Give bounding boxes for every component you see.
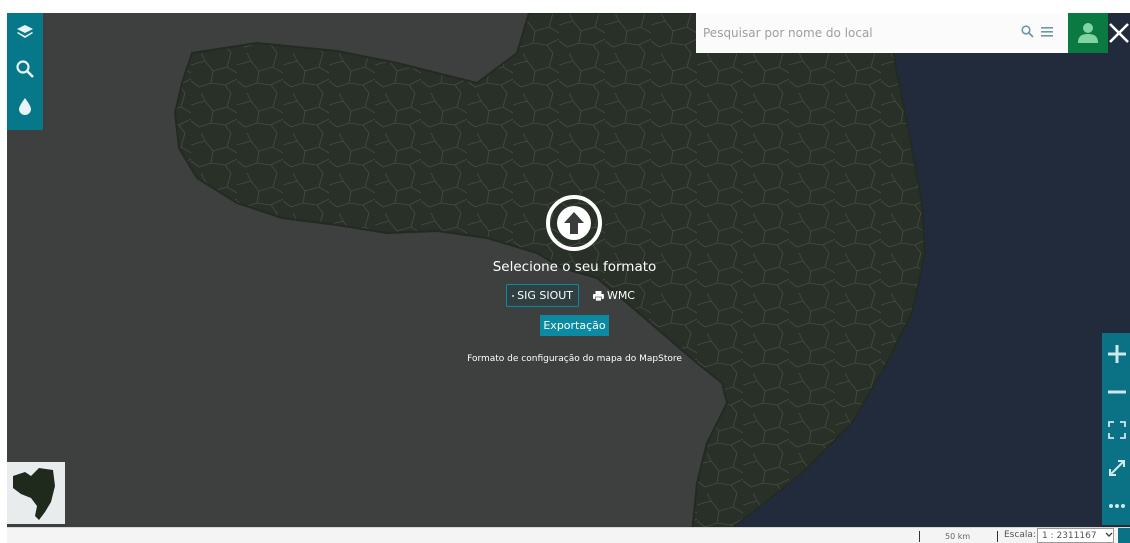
fullscreen-button[interactable] [1102,449,1130,487]
user-button[interactable] [1068,13,1108,53]
more-button[interactable] [1102,487,1130,525]
search-tool-button[interactable] [7,51,43,87]
format-option-sig-siout[interactable]: SIG SIOUT [506,284,579,307]
zoom-to-extent-button[interactable] [1102,411,1130,449]
more-icon [1109,504,1125,508]
search-bar [696,13,1068,53]
drop-icon [19,98,31,115]
scale-select[interactable]: 1 : 2311167 [1037,528,1114,543]
layers-button[interactable] [7,14,43,50]
zoom-out-icon [1108,390,1126,394]
upload-icon [546,195,602,251]
map-controls [1102,333,1130,525]
search-input[interactable] [696,13,1016,53]
left-toolbar [7,13,43,130]
format-option-label: SIG SIOUT [517,289,573,302]
map-footer: 50 km Escala: 1 : 2311167 [7,527,1130,543]
format-option-label: WMC [606,289,635,302]
export-button[interactable]: Exportação [540,315,609,336]
zoom-in-button[interactable] [1102,335,1130,373]
scale-label: Escala: [1004,530,1036,540]
print-icon [512,294,515,297]
close-button[interactable] [1108,15,1130,51]
overview-map[interactable] [7,462,65,524]
footer-toggle-button[interactable] [1118,528,1130,543]
chevron-down-icon [1105,532,1113,537]
search-icon [16,60,34,78]
layers-icon [17,25,33,38]
zoom-in-icon [1108,345,1126,363]
map-app: Selecione o seu formato SIG SIOUT WMC Ex… [7,13,1130,543]
zoom-to-extent-icon [1108,421,1126,439]
print-icon [593,290,604,301]
hamburger-menu-icon[interactable] [1041,26,1053,37]
scalebar-tick [919,531,920,542]
zoom-out-button[interactable] [1102,373,1130,411]
modal-backdrop [7,13,1130,543]
close-icon [1109,23,1129,43]
format-option-wmc[interactable]: WMC [588,284,640,307]
dialog-title: Selecione o seu formato [492,259,657,275]
user-icon [1078,23,1098,43]
scalebar-tick [997,531,998,542]
search-icon[interactable] [1021,25,1034,38]
scalebar-distance: 50 km [945,532,971,541]
drop-button[interactable] [7,88,43,124]
fullscreen-icon [1109,460,1125,476]
format-description: Formato de configuração do mapa do MapSt… [467,354,682,364]
